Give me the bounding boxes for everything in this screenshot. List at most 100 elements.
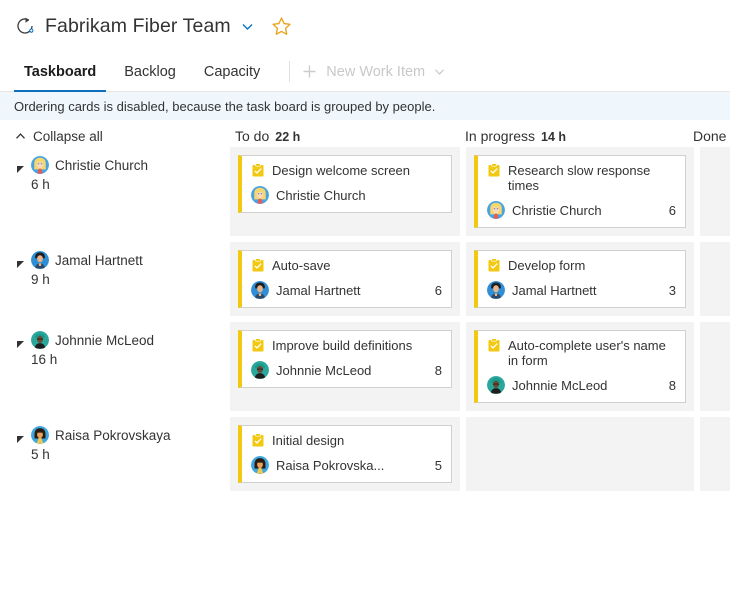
assignee-avatar: [251, 361, 269, 379]
assignee-avatar: [487, 281, 505, 299]
task-card-title: Develop form: [508, 258, 676, 273]
lane-cell-in-progress[interactable]: [466, 417, 694, 491]
lane-cell-in-progress[interactable]: Research slow response times Christie Chu…: [466, 147, 694, 236]
star-icon[interactable]: [271, 16, 292, 37]
lane-person-row[interactable]: Johnnie McLeod: [16, 331, 230, 349]
collapse-all-button[interactable]: Collapse all: [0, 129, 230, 144]
sprint-icon: [14, 15, 36, 37]
task-card-title-row: Auto-complete user's name in form: [487, 338, 676, 368]
task-icon: [251, 163, 265, 177]
team-title[interactable]: Fabrikam Fiber Team: [45, 15, 231, 38]
lane-person-avatar: [31, 251, 49, 269]
lane-person-name: Raisa Pokrovskaya: [55, 428, 171, 443]
taskboard-lane: Christie Church 6 h Design welcome screenC…: [0, 147, 730, 236]
task-card-assignee: Christie Church: [512, 203, 661, 218]
lane-person-row[interactable]: Raisa Pokrovskaya: [16, 426, 230, 444]
lane-person-hours: 5 h: [16, 447, 230, 462]
task-card-footer: Jamal Hartnett3: [487, 281, 676, 299]
task-card-remaining-hours: 6: [661, 203, 676, 218]
lane-person: Jamal Hartnett9 h: [0, 242, 230, 316]
lane-cell-in-progress[interactable]: Develop form Jamal Hartnett3: [466, 242, 694, 316]
lane-collapse-icon[interactable]: [16, 161, 25, 170]
task-card-footer: Johnnie McLeod8: [251, 361, 442, 379]
task-card-title: Initial design: [272, 433, 442, 448]
task-card[interactable]: Develop form Jamal Hartnett3: [474, 250, 686, 308]
column-header-todo-hours: 22 h: [275, 130, 300, 144]
task-card[interactable]: Research slow response times Christie Chu…: [474, 155, 686, 228]
task-card-title: Improve build definitions: [272, 338, 442, 353]
tab-taskboard-label: Taskboard: [24, 64, 96, 80]
column-header-in-progress: In progress 14 h: [460, 128, 688, 144]
lane-person-row[interactable]: Jamal Hartnett: [16, 251, 230, 269]
assignee-avatar: [251, 186, 269, 204]
task-card[interactable]: Improve build definitions Johnnie McLeod8: [238, 330, 452, 388]
task-card[interactable]: Auto-complete user's name in form Johnnie…: [474, 330, 686, 403]
task-card-remaining-hours: 3: [661, 283, 676, 298]
task-card-title-row: Initial design: [251, 433, 442, 448]
task-card-title-row: Research slow response times: [487, 163, 676, 193]
lane-collapse-icon[interactable]: [16, 256, 25, 265]
task-card-footer: Raisa Pokrovska...5: [251, 456, 442, 474]
column-header-in-progress-name: In progress: [465, 128, 535, 144]
task-card-remaining-hours: 6: [427, 283, 442, 298]
lane-collapse-icon[interactable]: [16, 431, 25, 440]
collapse-all-label: Collapse all: [33, 129, 103, 144]
lane-person-name: Christie Church: [55, 158, 148, 173]
task-card[interactable]: Initial design Raisa Pokrovska...5: [238, 425, 452, 483]
lane-cell-todo[interactable]: Improve build definitions Johnnie McLeod8: [230, 322, 460, 411]
tab-backlog[interactable]: Backlog: [113, 52, 187, 91]
new-work-item-button[interactable]: New Work Item: [302, 52, 446, 91]
task-icon: [487, 258, 501, 272]
chevron-down-icon: [433, 65, 446, 78]
chevron-up-icon: [14, 130, 27, 143]
plus-icon: [302, 64, 317, 79]
notification-bar: Ordering cards is disabled, because the …: [0, 92, 730, 120]
new-work-item-label: New Work Item: [326, 64, 425, 80]
lane-cell-todo[interactable]: Auto-saveJamal Hartnett6: [230, 242, 460, 316]
assignee-avatar: [251, 281, 269, 299]
task-card-footer: Christie Church6: [487, 201, 676, 219]
task-card-assignee: Johnnie McLeod: [512, 378, 661, 393]
task-icon: [251, 433, 265, 447]
task-card-assignee: Raisa Pokrovska...: [276, 458, 427, 473]
lane-person: Johnnie McLeod 16 h: [0, 322, 230, 411]
lane-collapse-icon[interactable]: [16, 336, 25, 345]
lane-person-name: Jamal Hartnett: [55, 253, 143, 268]
lane-person-row[interactable]: Christie Church: [16, 156, 230, 174]
task-card-remaining-hours: 8: [661, 378, 676, 393]
column-header-done: Done: [688, 128, 730, 144]
lane-cell-done[interactable]: [700, 242, 730, 316]
task-card-footer: Johnnie McLeod8: [487, 376, 676, 394]
task-card-footer: Christie Church: [251, 186, 442, 204]
lane-cell-done[interactable]: [700, 322, 730, 411]
lane-cell-done[interactable]: [700, 417, 730, 491]
column-header-todo-name: To do: [235, 128, 269, 144]
lane-person-hours: 6 h: [16, 177, 230, 192]
tab-bar: Taskboard Backlog Capacity New Work Item: [0, 52, 730, 92]
assignee-avatar: [251, 456, 269, 474]
lane-person-avatar: [31, 331, 49, 349]
tab-capacity[interactable]: Capacity: [193, 52, 271, 91]
chevron-down-icon[interactable]: [240, 19, 255, 34]
lane-cell-todo[interactable]: Design welcome screenChristie Church: [230, 147, 460, 236]
task-card-assignee: Christie Church: [276, 188, 434, 203]
board-header-row: Collapse all To do 22 h In progress 14 h…: [0, 120, 730, 147]
lane-person-hours: 16 h: [16, 352, 230, 367]
lane-person-avatar: [31, 156, 49, 174]
taskboard-lanes: Christie Church 6 h Design welcome screenC…: [0, 147, 730, 491]
lane-cell-todo[interactable]: Initial design Raisa Pokrovska...5: [230, 417, 460, 491]
task-card[interactable]: Design welcome screenChristie Church: [238, 155, 452, 213]
task-card-remaining-hours: 5: [427, 458, 442, 473]
task-card-title: Auto-complete user's name in form: [508, 338, 676, 368]
task-card-assignee: Jamal Hartnett: [276, 283, 427, 298]
task-card-title-row: Improve build definitions: [251, 338, 442, 353]
lane-person: Christie Church 6 h: [0, 147, 230, 236]
column-header-in-progress-hours: 14 h: [541, 130, 566, 144]
task-card-title: Research slow response times: [508, 163, 676, 193]
column-header-todo: To do 22 h: [230, 128, 460, 144]
tab-taskboard[interactable]: Taskboard: [13, 52, 107, 91]
task-card[interactable]: Auto-saveJamal Hartnett6: [238, 250, 452, 308]
taskboard-lane: Jamal Hartnett9 hAuto-saveJamal Hartnett…: [0, 242, 730, 316]
lane-cell-done[interactable]: [700, 147, 730, 236]
lane-cell-in-progress[interactable]: Auto-complete user's name in form Johnnie…: [466, 322, 694, 411]
